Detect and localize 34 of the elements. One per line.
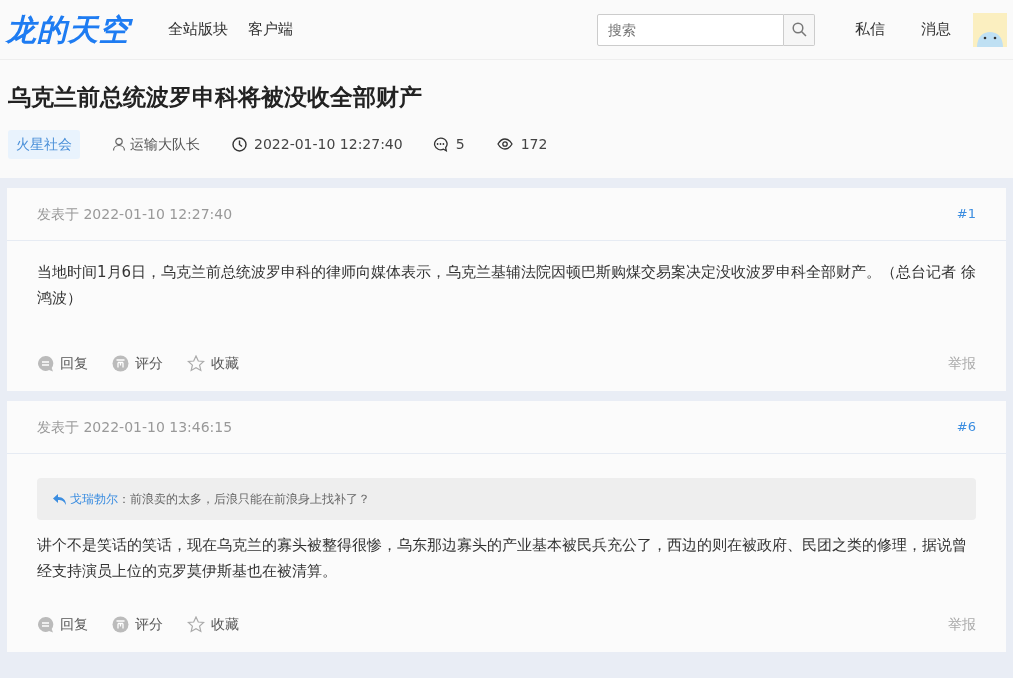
reply-arrow-icon	[53, 493, 66, 505]
post-date: 发表于 2022-01-10 13:46:15	[37, 417, 233, 437]
coin-icon	[112, 616, 129, 633]
nav-link[interactable]: 全站版块	[168, 18, 228, 41]
coin-icon	[112, 355, 129, 372]
clock-icon	[232, 136, 247, 152]
post-time: 2022-01-10 12:27:40	[254, 134, 403, 154]
search-icon	[791, 22, 807, 37]
post-action[interactable]: 回复	[37, 353, 88, 374]
header-link[interactable]: 消息	[921, 18, 951, 41]
nav-link[interactable]: 客户端	[248, 18, 293, 41]
author-link[interactable]: 运输大队长	[130, 133, 200, 155]
post-action[interactable]: 收藏	[187, 614, 239, 635]
thread-title: 乌克兰前总统波罗申科将被没收全部财产	[8, 84, 423, 112]
comment-icon	[432, 136, 448, 152]
post-content: 讲个不是笑话的笑话，现在乌克兰的寡头被整得很惨，乌东那边寡头的产业基本被民兵充公了，西边的则在被政府、民团之类的修理，据说曾经支持演员上位的克罗莫伊斯基也在被清算。	[37, 535, 968, 582]
header-link[interactable]: 私信	[855, 18, 885, 41]
post-action[interactable]: 评分	[112, 614, 163, 635]
search-button[interactable]	[784, 13, 815, 46]
quote-text: ：前浪卖的太多，后浪只能在前浪身上找补了？	[118, 491, 370, 508]
eye-icon	[496, 138, 513, 151]
post-action[interactable]: 收藏	[187, 353, 239, 374]
user-icon	[112, 137, 126, 152]
reply-icon	[37, 355, 54, 372]
post-date: 发表于 2022-01-10 12:27:40	[37, 204, 233, 224]
post-action[interactable]: 评分	[112, 353, 163, 374]
post-action[interactable]: 回复	[37, 614, 88, 635]
reply-icon	[37, 616, 54, 633]
post-content: 当地时间1月6日，乌克兰前总统波罗申科的律师向媒体表示，乌克兰基辅法院因顿巴斯购煤交易案决定没收波罗申科全部财产。（总台记者 徐鸿波）	[37, 262, 976, 309]
star-icon	[187, 616, 205, 633]
view-count: 172	[520, 134, 548, 154]
reply-count: 5	[455, 134, 465, 154]
star-icon	[187, 355, 205, 372]
search-field[interactable]: 搜索	[597, 13, 784, 46]
